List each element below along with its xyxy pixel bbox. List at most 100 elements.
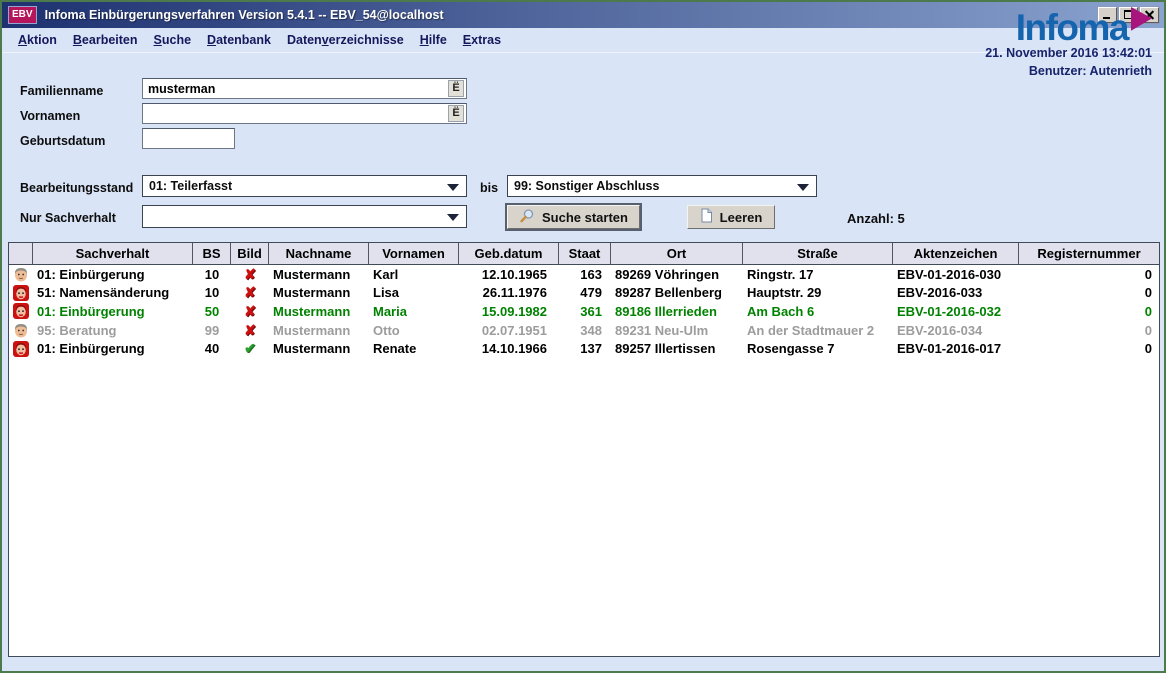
chevron-down-icon xyxy=(447,184,459,191)
cell-bs: 40 xyxy=(193,341,231,356)
cell-bs: 50 xyxy=(193,304,231,319)
cell-aktenzeichen: EBV-2016-034 xyxy=(893,323,1019,338)
clear-button-label: Leeren xyxy=(720,210,763,225)
menu-item-suche[interactable]: Suche xyxy=(146,30,200,50)
current-datetime: 21. November 2016 13:42:01 xyxy=(985,45,1152,63)
column-header-Bild[interactable]: Bild xyxy=(231,243,269,264)
vornamen-picker-button[interactable]: Ë xyxy=(448,105,464,122)
cell-vornamen: Renate xyxy=(369,341,459,356)
cell-bs: 10 xyxy=(193,267,231,282)
bearbeitungsstand-von-value: 01: Teilerfasst xyxy=(149,179,232,193)
cell-vornamen: Maria xyxy=(369,304,459,319)
cell-strasse: An der Stadtmauer 2 xyxy=(743,323,893,338)
chevron-down-icon xyxy=(447,214,459,221)
current-user: Benutzer: Autenrieth xyxy=(985,63,1152,81)
person-female-icon xyxy=(9,284,33,302)
cell-gebdatum: 26.11.1976 xyxy=(459,285,559,300)
cell-aktenzeichen: EBV-01-2016-030 xyxy=(893,267,1019,282)
column-header-Straße[interactable]: Straße xyxy=(743,243,893,264)
cell-staat: 361 xyxy=(559,304,611,319)
search-button[interactable]: Suche starten xyxy=(507,205,640,229)
table-row[interactable]: 51: Namensänderung10✘MustermannLisa26.11… xyxy=(9,284,1159,303)
column-header-Vornamen[interactable]: Vornamen xyxy=(369,243,459,264)
infoma-logo-arrow-icon xyxy=(1131,7,1152,34)
cell-staat: 137 xyxy=(559,341,611,356)
cell-sachverhalt: 01: Einbürgerung xyxy=(33,341,193,356)
cell-bild: ✘ xyxy=(231,322,269,339)
familienname-picker-button[interactable]: Ë xyxy=(448,80,464,97)
familienname-label: Familienname xyxy=(20,84,103,98)
cell-gebdatum: 12.10.1965 xyxy=(459,267,559,282)
bearbeitungsstand-bis-select[interactable]: 99: Sonstiger Abschluss xyxy=(507,175,817,197)
cell-ort: 89186 Illerrieden xyxy=(611,304,743,319)
nur-sachverhalt-label: Nur Sachverhalt xyxy=(20,211,116,225)
menu-item-aktion[interactable]: Aktion xyxy=(10,30,65,50)
cell-vornamen: Lisa xyxy=(369,285,459,300)
cell-vornamen: Karl xyxy=(369,267,459,282)
result-count: Anzahl: 5 xyxy=(847,211,905,226)
column-header-Sachverhalt[interactable]: Sachverhalt xyxy=(33,243,193,264)
column-header-Registernummer[interactable]: Registernummer xyxy=(1019,243,1159,264)
table-row[interactable]: 95: Beratung99✘MustermannOtto02.07.19513… xyxy=(9,321,1159,340)
column-header-Aktenzeichen[interactable]: Aktenzeichen xyxy=(893,243,1019,264)
cell-ort: 89257 Illertissen xyxy=(611,341,743,356)
red-x-icon: ✘ xyxy=(244,284,256,300)
table-row[interactable]: 01: Einbürgerung40✔MustermannRenate14.10… xyxy=(9,339,1159,358)
cell-strasse: Am Bach 6 xyxy=(743,304,893,319)
cell-nachname: Mustermann xyxy=(269,285,369,300)
cell-bild: ✘ xyxy=(231,284,269,301)
infoma-logo-text: Infoma xyxy=(1016,10,1128,45)
cell-registernummer: 0 xyxy=(1019,323,1159,338)
bis-label: bis xyxy=(480,181,498,195)
cell-registernummer: 0 xyxy=(1019,341,1159,356)
menu-item-hilfe[interactable]: Hilfe xyxy=(412,30,455,50)
cell-nachname: Mustermann xyxy=(269,304,369,319)
geburtsdatum-label: Geburtsdatum xyxy=(20,134,105,148)
column-header-Ort[interactable]: Ort xyxy=(611,243,743,264)
cell-nachname: Mustermann xyxy=(269,323,369,338)
red-x-icon: ✘ xyxy=(244,266,256,282)
cell-nachname: Mustermann xyxy=(269,341,369,356)
cell-strasse: Ringstr. 17 xyxy=(743,267,893,282)
menu-item-datenbank[interactable]: Datenbank xyxy=(199,30,279,50)
menu-item-bearbeiten[interactable]: Bearbeiten xyxy=(65,30,146,50)
cell-gebdatum: 02.07.1951 xyxy=(459,323,559,338)
cell-strasse: Rosengasse 7 xyxy=(743,341,893,356)
table-row[interactable]: 01: Einbürgerung50✘MustermannMaria15.09.… xyxy=(9,302,1159,321)
person-male-icon xyxy=(9,265,33,283)
cell-staat: 348 xyxy=(559,323,611,338)
window-title: Infoma Einbürgerungsverfahren Version 5.… xyxy=(45,8,1098,22)
vornamen-input[interactable] xyxy=(142,103,467,124)
nur-sachverhalt-select[interactable] xyxy=(142,205,467,228)
column-header-Staat[interactable]: Staat xyxy=(559,243,611,264)
column-header-Nachname[interactable]: Nachname xyxy=(269,243,369,264)
cell-gebdatum: 15.09.1982 xyxy=(459,304,559,319)
cell-strasse: Hauptstr. 29 xyxy=(743,285,893,300)
bearbeitungsstand-von-select[interactable]: 01: Teilerfasst xyxy=(142,175,467,197)
cell-staat: 163 xyxy=(559,267,611,282)
cell-gebdatum: 14.10.1966 xyxy=(459,341,559,356)
column-header-BS[interactable]: BS xyxy=(193,243,231,264)
menu-item-extras[interactable]: Extras xyxy=(455,30,509,50)
cell-bs: 99 xyxy=(193,323,231,338)
geburtsdatum-input[interactable] xyxy=(142,128,235,149)
cell-aktenzeichen: EBV-01-2016-032 xyxy=(893,304,1019,319)
cell-sachverhalt: 51: Namensänderung xyxy=(33,285,193,300)
search-icon xyxy=(519,208,535,227)
infoma-logo: Infoma xyxy=(985,10,1152,45)
column-header-Geb.datum[interactable]: Geb.datum xyxy=(459,243,559,264)
cell-vornamen: Otto xyxy=(369,323,459,338)
person-female-icon xyxy=(9,302,33,320)
table-row[interactable]: 01: Einbürgerung10✘MustermannKarl12.10.1… xyxy=(9,265,1159,284)
menu-item-datenverzeichnisse[interactable]: Datenverzeichnisse xyxy=(279,30,412,50)
vornamen-label: Vornamen xyxy=(20,109,80,123)
results-table: SachverhaltBSBildNachnameVornamenGeb.dat… xyxy=(8,242,1160,657)
table-header: SachverhaltBSBildNachnameVornamenGeb.dat… xyxy=(9,243,1159,265)
cell-bild: ✘ xyxy=(231,266,269,283)
app-icon: EBV xyxy=(8,6,37,24)
column-header-icon[interactable] xyxy=(9,243,33,264)
app-window: EBV Infoma Einbürgerungsverfahren Versio… xyxy=(0,0,1166,673)
familienname-input[interactable] xyxy=(142,78,467,99)
clear-button[interactable]: Leeren xyxy=(687,205,775,229)
cell-registernummer: 0 xyxy=(1019,267,1159,282)
